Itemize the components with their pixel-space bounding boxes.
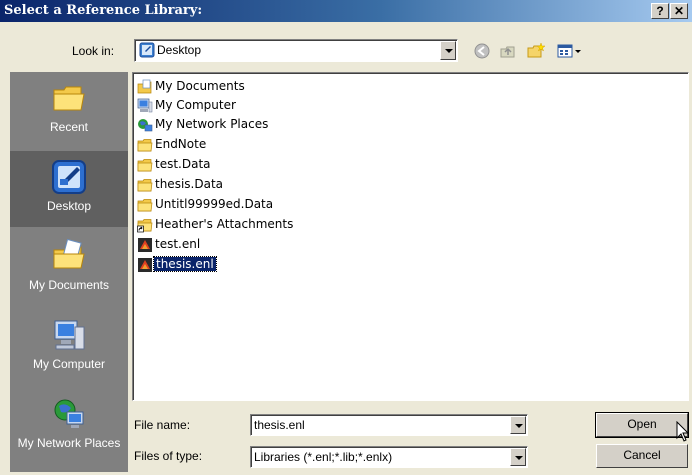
chevron-down-icon[interactable] xyxy=(510,448,526,466)
chevron-down-icon[interactable] xyxy=(510,416,526,434)
places-bar: Recent Desktop My Documents My Computer xyxy=(10,72,128,472)
view-menu-icon[interactable] xyxy=(556,41,584,61)
look-in-label: Look in: xyxy=(72,44,115,58)
place-my-computer[interactable]: My Computer xyxy=(10,309,128,385)
my-documents-icon xyxy=(137,79,152,94)
title-bar: Select a Reference Library: ? ✕ xyxy=(0,0,692,22)
my-computer-icon xyxy=(54,320,85,350)
folder-icon xyxy=(137,179,153,192)
desktop-icon xyxy=(139,42,155,58)
file-name: thesis.enl xyxy=(153,256,217,272)
new-folder-icon[interactable] xyxy=(526,41,546,61)
file-name: My Documents xyxy=(155,79,245,93)
network-places-icon xyxy=(138,119,153,132)
file-name: test.Data xyxy=(155,157,211,171)
look-in-combo[interactable]: Desktop xyxy=(134,39,458,62)
chevron-down-icon[interactable] xyxy=(440,41,456,60)
network-places-icon xyxy=(54,399,84,428)
folder-icon xyxy=(137,199,153,212)
file-name: Heather's Attachments xyxy=(155,217,294,231)
files-of-type-label: Files of type: xyxy=(134,449,203,463)
back-icon[interactable] xyxy=(472,41,492,61)
close-button[interactable]: ✕ xyxy=(670,3,688,19)
folder-icon xyxy=(137,159,153,172)
place-desktop[interactable]: Desktop xyxy=(10,151,128,227)
cancel-button[interactable]: Cancel xyxy=(596,444,688,468)
help-button[interactable]: ? xyxy=(651,3,669,19)
file-name: EndNote xyxy=(155,137,207,151)
desktop-icon xyxy=(52,160,86,194)
place-label: Desktop xyxy=(46,199,92,213)
place-label: Recent xyxy=(49,120,89,134)
recent-folder-icon xyxy=(53,86,85,111)
file-name-field[interactable]: thesis.enl xyxy=(250,414,528,436)
my-documents-icon xyxy=(53,238,85,269)
window-title: Select a Reference Library: xyxy=(4,3,203,18)
file-list[interactable]: My Documents My Computer My Network Plac… xyxy=(132,72,689,401)
up-folder-icon[interactable] xyxy=(498,41,518,61)
place-label: My Computer xyxy=(32,357,106,371)
file-name: test.enl xyxy=(155,237,201,251)
cursor-icon xyxy=(676,421,690,442)
file-type-value: Libraries (*.enl;*.lib;*.enlx) xyxy=(254,450,393,464)
endnote-library-icon xyxy=(138,238,152,252)
folder-icon xyxy=(137,139,153,152)
file-name: thesis.Data xyxy=(155,177,223,191)
place-label: My Documents xyxy=(28,278,110,292)
file-name: My Computer xyxy=(155,98,236,112)
file-name: Untitl99999ed.Data xyxy=(155,197,274,211)
place-my-documents[interactable]: My Documents xyxy=(10,230,128,306)
my-computer-icon xyxy=(137,98,153,113)
file-name-value: thesis.enl xyxy=(254,418,305,432)
place-label: My Network Places xyxy=(17,436,121,450)
open-button[interactable]: Open xyxy=(595,412,689,438)
endnote-library-icon xyxy=(138,258,152,272)
place-recent[interactable]: Recent xyxy=(10,72,128,148)
look-in-value: Desktop xyxy=(157,43,202,57)
file-type-select[interactable]: Libraries (*.enl;*.lib;*.enlx) xyxy=(250,446,528,468)
folder-shortcut-icon xyxy=(137,219,153,233)
place-my-network-places[interactable]: My Network Places xyxy=(10,388,128,472)
file-name-label: File name: xyxy=(134,418,191,432)
file-name: My Network Places xyxy=(155,117,269,131)
